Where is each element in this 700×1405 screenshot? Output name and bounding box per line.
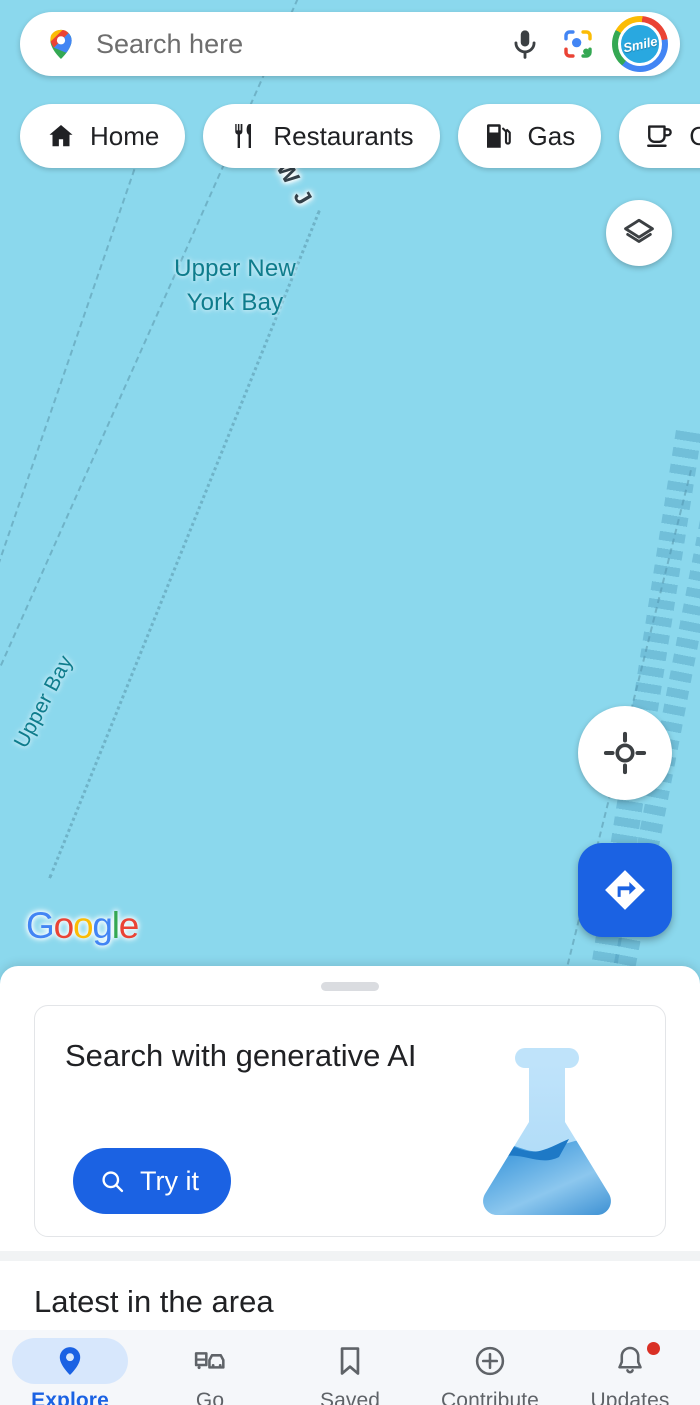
directions-button[interactable]: [578, 843, 672, 937]
try-it-button[interactable]: Try it: [73, 1148, 231, 1214]
my-location-icon: [603, 731, 647, 775]
layers-button[interactable]: [606, 200, 672, 266]
transit-car-icon: [194, 1352, 225, 1370]
nav-item-contribute[interactable]: Contribute: [420, 1338, 560, 1405]
gas-station-icon: [486, 124, 511, 148]
home-icon: [49, 125, 73, 147]
nav-label-go: Go: [195, 1389, 225, 1405]
sheet-divider: [0, 1251, 700, 1261]
google-maps-pin-icon: [50, 29, 72, 59]
generative-ai-title: Search with generative AI: [65, 1038, 417, 1073]
map-boundary-line: [0, 0, 307, 676]
nav-item-go[interactable]: Go: [140, 1338, 280, 1405]
nav-item-saved[interactable]: Saved: [280, 1338, 420, 1405]
nav-label-explore: Explore: [31, 1389, 109, 1405]
map-boundary-line: [48, 210, 321, 879]
sheet-drag-handle[interactable]: [321, 982, 379, 991]
nav-pill-explore: [12, 1338, 128, 1384]
flask-icon: [483, 1048, 611, 1215]
category-chip-row[interactable]: Home Restaurants Gas Coffee: [20, 104, 700, 168]
chip-coffee[interactable]: Coffee: [619, 104, 700, 168]
google-lens-button[interactable]: [550, 19, 606, 69]
nav-pill-updates: [572, 1338, 688, 1384]
flask-illustration: [457, 1030, 637, 1220]
nav-item-explore[interactable]: Explore: [0, 1338, 140, 1405]
bookmark-icon: [340, 1347, 360, 1375]
chip-gas-label: Gas: [527, 120, 576, 151]
search-input[interactable]: Search here: [96, 29, 500, 60]
layers-icon: [624, 218, 654, 243]
chip-home[interactable]: Home: [20, 104, 186, 168]
try-it-label: Try it: [140, 1165, 199, 1196]
generative-ai-card[interactable]: Search with generative AI Try it: [34, 1005, 666, 1237]
avatar-ring: Smile: [612, 16, 668, 72]
coffee-cup-icon: [647, 125, 672, 147]
nav-label-updates: Updates: [590, 1389, 670, 1405]
avatar-label: Smile: [621, 33, 659, 55]
nav-label-saved: Saved: [319, 1389, 381, 1405]
map-boundary-line: [0, 150, 142, 926]
restaurant-icon: [235, 124, 252, 148]
google-lens-icon: [564, 30, 592, 58]
nav-pill-saved: [292, 1338, 408, 1384]
updates-badge: [647, 1342, 660, 1355]
my-location-button[interactable]: [578, 706, 672, 800]
google-watermark-logo: Google: [26, 905, 139, 946]
bottom-navigation-bar[interactable]: Explore Go Saved Contribute Updates: [0, 1330, 700, 1405]
avatar: Smile: [618, 22, 662, 66]
map-pin-icon: [59, 1347, 81, 1375]
chip-restaurants-label: Restaurants: [273, 120, 414, 151]
latest-in-the-area-title: Latest in the area: [34, 1284, 274, 1319]
chip-coffee-label: Coffee: [689, 120, 700, 151]
directions-icon: [605, 870, 645, 910]
search-icon: [102, 1170, 124, 1192]
account-avatar-button[interactable]: Smile: [612, 16, 668, 72]
map-label-upper-new-york-bay: Upper New York Bay: [174, 255, 296, 316]
chip-restaurants[interactable]: Restaurants: [203, 104, 440, 168]
nav-item-updates[interactable]: Updates: [560, 1338, 700, 1405]
google-maps-screen: Upper New York Bay Upper Bay NEW J Googl…: [0, 0, 700, 1405]
nav-pill-contribute: [432, 1338, 548, 1384]
chip-home-label: Home: [90, 120, 160, 151]
microphone-icon: [514, 30, 536, 59]
plus-circle-icon: [475, 1346, 505, 1376]
nav-label-contribute: Contribute: [441, 1389, 539, 1405]
voice-search-button[interactable]: [500, 19, 550, 69]
chip-gas[interactable]: Gas: [457, 104, 602, 168]
search-bar[interactable]: Search here Smile: [20, 12, 680, 76]
nav-pill-go: [152, 1338, 268, 1384]
map-label-upper-bay: Upper Bay: [9, 651, 78, 752]
bell-icon: [618, 1346, 642, 1374]
